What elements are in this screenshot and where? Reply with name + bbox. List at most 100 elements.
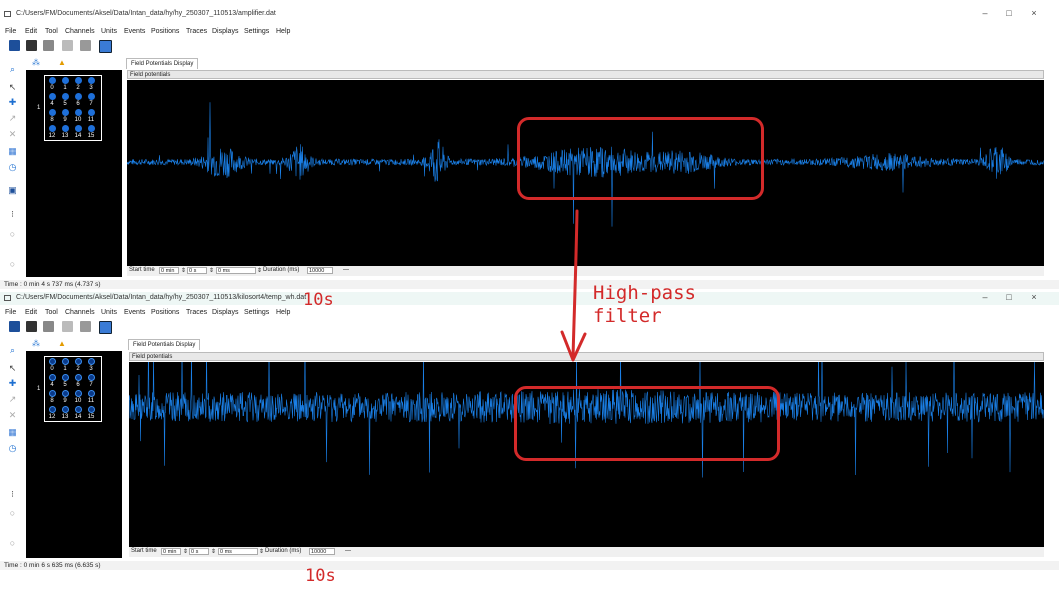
spinner-icon[interactable]: ⇕ (259, 548, 264, 555)
channel-dot[interactable] (88, 125, 95, 132)
open-icon[interactable] (9, 321, 20, 332)
channel-dot[interactable] (88, 93, 95, 100)
channel-dot[interactable] (88, 77, 95, 84)
channel-dot[interactable] (49, 358, 56, 365)
menu-displays[interactable]: Displays (212, 28, 238, 35)
circle-icon[interactable]: ○ (7, 258, 18, 269)
start-s-field[interactable]: 0 s (189, 548, 209, 555)
scrollbar-icon[interactable]: — (345, 548, 351, 554)
duration-field[interactable]: 10000 (307, 267, 333, 274)
warning-triangle-icon[interactable]: ▲ (58, 339, 66, 348)
zoom-icon[interactable]: ⌕ (7, 64, 18, 75)
menu-edit[interactable]: Edit (25, 28, 37, 35)
channel-dot[interactable] (49, 125, 56, 132)
zoom-icon[interactable]: ⌕ (7, 345, 18, 356)
channel-dot[interactable] (49, 390, 56, 397)
menu-settings[interactable]: Settings (244, 309, 269, 316)
menu-events[interactable]: Events (124, 309, 145, 316)
close-button[interactable]: × (1027, 292, 1041, 302)
channel-dot[interactable] (62, 93, 69, 100)
pan-icon[interactable]: ↗ (7, 394, 18, 405)
start-s-field[interactable]: 0 s (187, 267, 207, 274)
menu-channels[interactable]: Channels (65, 309, 95, 316)
maximize-button[interactable]: □ (1002, 292, 1016, 302)
select-icon[interactable]: ↖ (7, 363, 18, 374)
circle-icon[interactable]: ○ (7, 507, 18, 518)
channel-dot[interactable] (62, 406, 69, 413)
calendar-icon[interactable]: ▦ (7, 146, 18, 157)
menu-traces[interactable]: Traces (186, 28, 207, 35)
redo-icon[interactable] (80, 321, 91, 332)
pan-icon[interactable]: ↗ (7, 113, 18, 124)
channel-dot[interactable] (49, 374, 56, 381)
menu-units[interactable]: Units (101, 309, 117, 316)
redo-icon[interactable] (80, 40, 91, 51)
channels-group-icon[interactable]: ⁂ (32, 58, 40, 67)
channel-dot[interactable] (62, 109, 69, 116)
channel-dot[interactable] (75, 358, 82, 365)
clock-icon[interactable]: ◷ (7, 162, 18, 173)
channel-dot[interactable] (75, 77, 82, 84)
channel-dot[interactable] (75, 109, 82, 116)
channel-dot[interactable] (88, 406, 95, 413)
display-icon[interactable] (99, 40, 112, 53)
menu-file[interactable]: File (5, 28, 16, 35)
channel-dot[interactable] (49, 109, 56, 116)
save-icon[interactable] (26, 40, 37, 51)
spinner-icon[interactable]: ⇕ (181, 267, 186, 274)
channels-group-icon[interactable]: ⁂ (32, 339, 40, 348)
circle-icon[interactable]: ○ (7, 537, 18, 548)
channel-dot[interactable] (88, 109, 95, 116)
spinner-icon[interactable]: ⇕ (257, 267, 262, 274)
spinner-icon[interactable]: ⇕ (211, 548, 216, 555)
channel-dot[interactable] (75, 374, 82, 381)
measure-icon[interactable]: ✚ (7, 378, 18, 389)
menu-positions[interactable]: Positions (151, 309, 179, 316)
channel-dot[interactable] (62, 77, 69, 84)
clock-icon[interactable]: ◷ (7, 443, 18, 454)
correlation-icon[interactable]: ✕ (7, 410, 18, 421)
select-icon[interactable]: ↖ (7, 82, 18, 93)
duration-field[interactable]: 10000 (309, 548, 335, 555)
channel-dot[interactable] (62, 125, 69, 132)
menu-positions[interactable]: Positions (151, 28, 179, 35)
channel-dot[interactable] (88, 374, 95, 381)
minimize-button[interactable]: – (978, 292, 992, 302)
channel-dot[interactable] (75, 390, 82, 397)
spinner-icon[interactable]: ⇕ (209, 267, 214, 274)
menu-channels[interactable]: Channels (65, 28, 95, 35)
maximize-button[interactable]: □ (1002, 8, 1016, 18)
event-icon[interactable]: ▣ (7, 185, 18, 196)
more-icon[interactable]: ⁝ (7, 489, 18, 500)
warning-triangle-icon[interactable]: ▲ (58, 58, 66, 67)
tab-field-potentials[interactable]: Field Potentials Display (128, 339, 201, 350)
channel-dot[interactable] (49, 77, 56, 84)
channel-dot[interactable] (75, 125, 82, 132)
print-icon[interactable] (43, 40, 54, 51)
channel-dot[interactable] (62, 390, 69, 397)
start-min-field[interactable]: 0 min (159, 267, 179, 274)
save-icon[interactable] (26, 321, 37, 332)
menu-edit[interactable]: Edit (25, 309, 37, 316)
start-ms-field[interactable]: 0 ms (218, 548, 258, 555)
menu-traces[interactable]: Traces (186, 309, 207, 316)
minimize-button[interactable]: – (978, 8, 992, 18)
tab-field-potentials[interactable]: Field Potentials Display (126, 58, 199, 69)
undo-icon[interactable] (62, 40, 73, 51)
open-icon[interactable] (9, 40, 20, 51)
more-icon[interactable]: ⁝ (7, 209, 18, 220)
scrollbar-icon[interactable]: — (343, 267, 349, 273)
correlation-icon[interactable]: ✕ (7, 129, 18, 140)
spinner-icon[interactable]: ⇕ (183, 548, 188, 555)
channel-dot[interactable] (75, 93, 82, 100)
start-min-field[interactable]: 0 min (161, 548, 181, 555)
channel-dot[interactable] (62, 358, 69, 365)
undo-icon[interactable] (62, 321, 73, 332)
display-icon[interactable] (99, 321, 112, 334)
menu-settings[interactable]: Settings (244, 28, 269, 35)
close-button[interactable]: × (1027, 8, 1041, 18)
channel-dot[interactable] (49, 93, 56, 100)
channel-dot[interactable] (62, 374, 69, 381)
channel-dot[interactable] (49, 406, 56, 413)
menu-tool[interactable]: Tool (45, 28, 58, 35)
